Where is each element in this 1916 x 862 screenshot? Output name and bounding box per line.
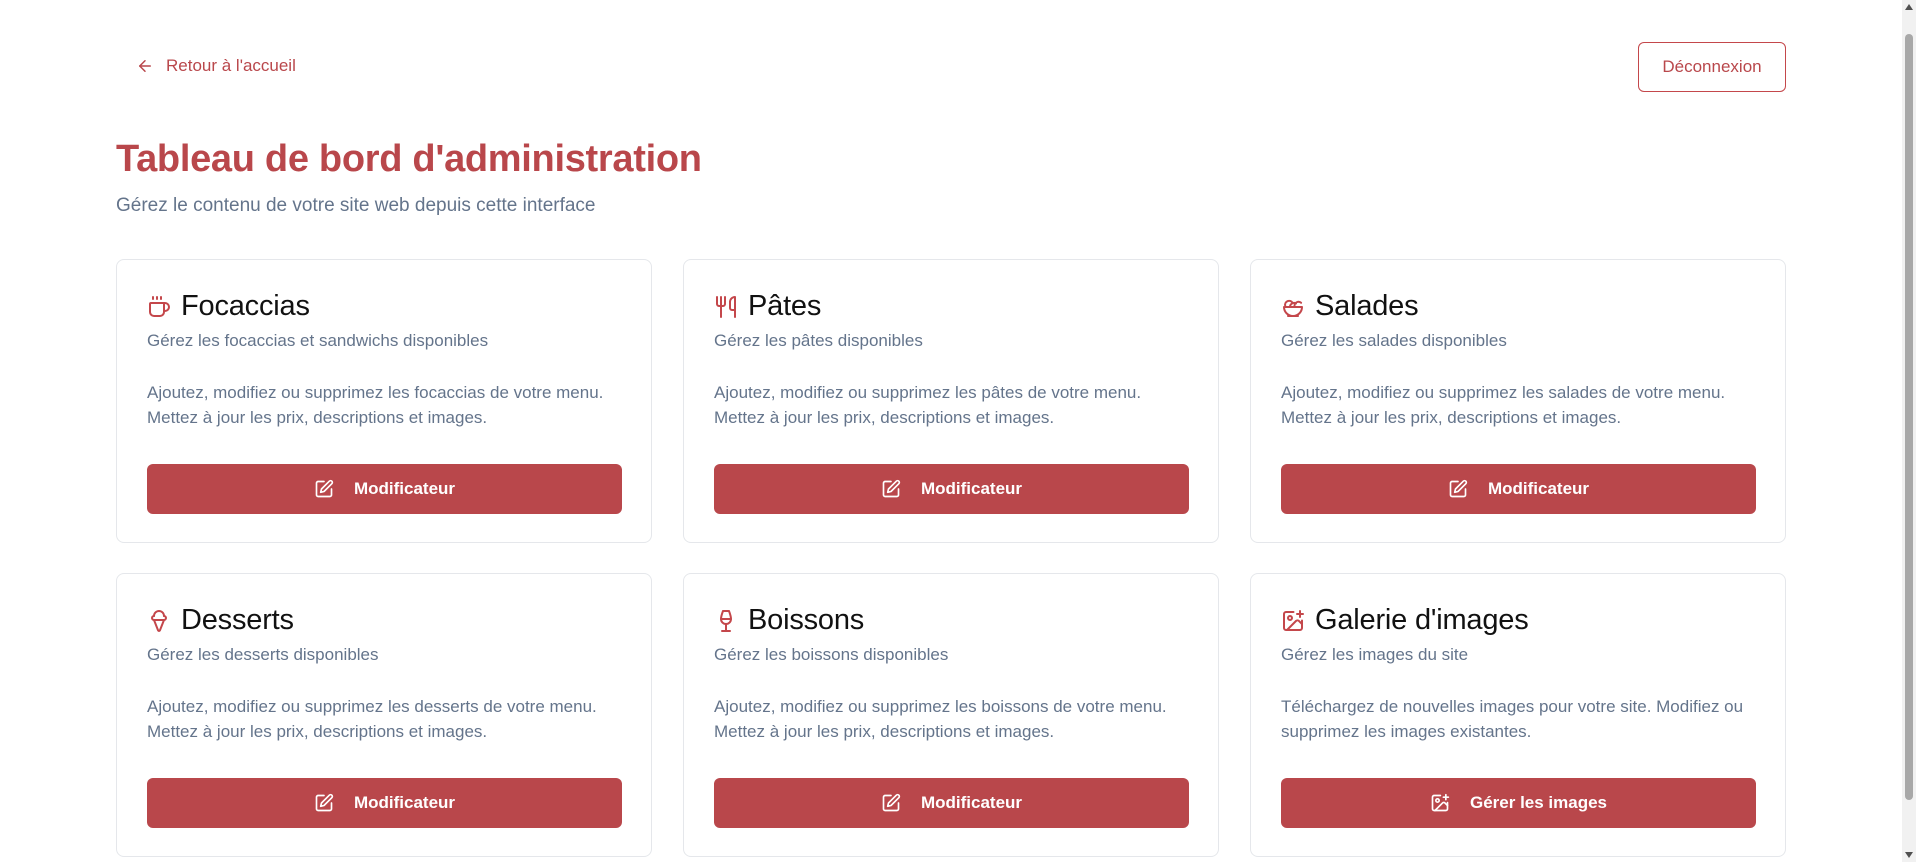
scrollbar-thumb[interactable] <box>1905 34 1913 800</box>
card-header: Galerie d'images <box>1281 604 1755 637</box>
arrow-left-icon <box>139 60 151 72</box>
button-label: Modificateur <box>1487 479 1590 498</box>
logout-button[interactable]: Déconnexion <box>1638 42 1786 92</box>
page-scrollbar[interactable] <box>1902 0 1916 862</box>
card-subtitle: Gérez les images du site <box>1281 645 1469 664</box>
edit-salades-button[interactable]: Modificateur <box>1281 464 1756 514</box>
edit-icon <box>1449 479 1468 498</box>
sections-grid: Focaccias Gérez les focaccias et sandwic… <box>116 259 1786 857</box>
edit-focaccias-button[interactable]: Modificateur <box>147 464 622 514</box>
admin-dashboard: Retour à l'accueil Déconnexion Tableau d… <box>116 0 1786 857</box>
edit-icon <box>315 479 334 498</box>
card-description: Ajoutez, modifiez ou supprimez les pâtes… <box>714 383 1142 427</box>
card-description: Ajoutez, modifiez ou supprimez les focac… <box>147 383 604 427</box>
card-title: Desserts <box>181 604 294 636</box>
card-title: Salades <box>1315 290 1419 322</box>
button-label: Modificateur <box>920 793 1023 812</box>
edit-desserts-button[interactable]: Modificateur <box>147 778 622 828</box>
card-subtitle: Gérez les focaccias et sandwichs disponi… <box>147 331 489 350</box>
card-galerie: Galerie d'images Gérez les images du sit… <box>1250 573 1786 857</box>
card-boissons: Boissons Gérez les boissons disponibles … <box>683 573 1219 857</box>
edit-boissons-button[interactable]: Modificateur <box>714 778 1189 828</box>
card-header: Desserts <box>147 604 621 637</box>
card-title: Focaccias <box>181 290 310 322</box>
utensils-icon <box>716 295 736 318</box>
card-header: Boissons <box>714 604 1188 637</box>
card-title: Pâtes <box>748 290 822 322</box>
card-description: Ajoutez, modifiez ou supprimez les boiss… <box>714 697 1167 741</box>
card-subtitle: Gérez les boissons disponibles <box>714 645 949 664</box>
scroll-up-arrow[interactable] <box>1905 4 1913 10</box>
card-focaccias: Focaccias Gérez les focaccias et sandwic… <box>116 259 652 543</box>
coffee-icon <box>149 295 170 317</box>
card-salades: Salades Gérez les salades disponibles Aj… <box>1250 259 1786 543</box>
ice-cream-icon <box>151 609 167 632</box>
manage-images-button[interactable]: Gérer les images <box>1281 778 1756 828</box>
salad-icon <box>1283 299 1303 317</box>
back-link-label: Retour à l'accueil <box>166 56 296 75</box>
button-label: Modificateur <box>353 479 456 498</box>
card-title: Boissons <box>748 604 865 636</box>
card-subtitle: Gérez les desserts disponibles <box>147 645 379 664</box>
image-plus-icon <box>1431 793 1450 812</box>
edit-icon <box>882 479 901 498</box>
page-title: Tableau de bord d'administration <box>116 138 702 180</box>
back-to-home-link[interactable]: Retour à l'accueil <box>136 56 296 76</box>
card-description: Ajoutez, modifiez ou supprimez les salad… <box>1281 383 1726 427</box>
card-header: Salades <box>1281 290 1755 323</box>
card-subtitle: Gérez les salades disponibles <box>1281 331 1507 350</box>
button-label: Gérer les images <box>1469 793 1608 812</box>
card-header: Focaccias <box>147 290 621 323</box>
card-description: Téléchargez de nouvelles images pour vot… <box>1281 697 1744 741</box>
button-label: Modificateur <box>920 479 1023 498</box>
scroll-down-arrow[interactable] <box>1905 852 1913 858</box>
card-pates: Pâtes Gérez les pâtes disponibles Ajoute… <box>683 259 1219 543</box>
card-desserts: Desserts Gérez les desserts disponibles … <box>116 573 652 857</box>
top-bar: Retour à l'accueil Déconnexion <box>116 0 1786 110</box>
button-label: Modificateur <box>353 793 456 812</box>
card-description: Ajoutez, modifiez ou supprimez les desse… <box>147 697 597 741</box>
image-plus-icon <box>1283 609 1304 631</box>
edit-icon <box>882 793 901 812</box>
edit-icon <box>315 793 334 812</box>
card-header: Pâtes <box>714 290 1188 323</box>
card-title: Galerie d'images <box>1315 604 1529 636</box>
wine-icon <box>720 609 732 632</box>
edit-pates-button[interactable]: Modificateur <box>714 464 1189 514</box>
page-subtitle: Gérez le contenu de votre site web depui… <box>116 195 596 216</box>
card-subtitle: Gérez les pâtes disponibles <box>714 331 923 350</box>
